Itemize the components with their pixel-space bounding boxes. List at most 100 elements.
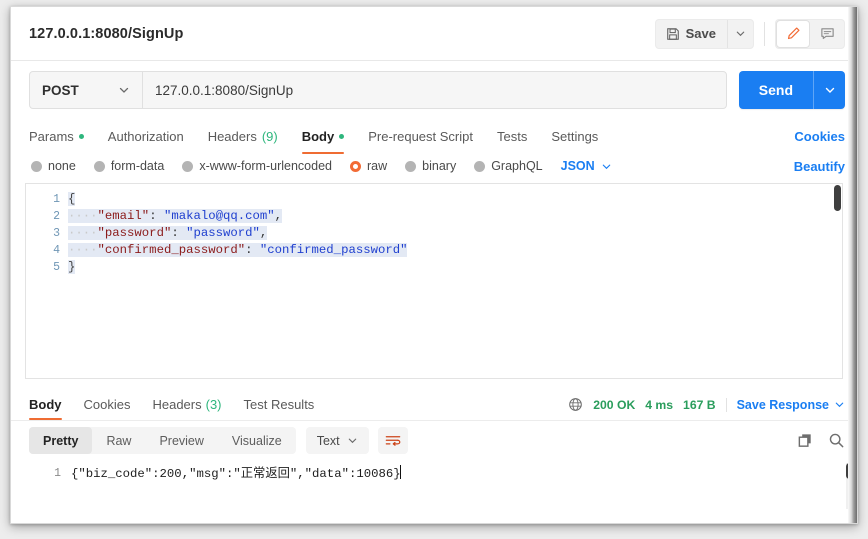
line-number: 1: [53, 193, 60, 206]
edit-request-button[interactable]: [776, 19, 810, 48]
raw-format-selector[interactable]: JSON: [561, 159, 612, 173]
code-key: "password": [97, 226, 172, 240]
response-view-raw[interactable]: Raw: [92, 427, 145, 454]
body-type-raw[interactable]: raw: [350, 159, 387, 173]
save-button-label: Save: [685, 26, 716, 41]
response-tab-label: Cookies: [83, 397, 131, 412]
tab-label: Tests: [496, 128, 528, 144]
word-wrap-button[interactable]: [377, 427, 408, 454]
beautify-link[interactable]: Beautify: [794, 159, 845, 174]
line-number: 2: [53, 210, 60, 223]
response-header: Body Cookies Headers (3) Test Results 20…: [11, 389, 857, 421]
window-scrollbar[interactable]: [848, 7, 857, 523]
response-format-selector[interactable]: Text: [305, 427, 369, 454]
copy-icon[interactable]: [797, 432, 814, 449]
response-toolbar-actions: [797, 432, 845, 449]
response-status: 200 OK: [593, 397, 636, 412]
body-type-label: none: [48, 159, 76, 173]
response-code-area: 1 {"biz_code":200,"msg":"正常返回","data":10…: [11, 459, 857, 483]
code-separator: :: [245, 243, 260, 257]
tab-label: Pre-request Script: [368, 128, 473, 144]
line-number: 3: [53, 227, 60, 240]
tab-pre-request-script[interactable]: Pre-request Script: [368, 121, 473, 151]
send-options-caret[interactable]: [813, 71, 845, 109]
save-button[interactable]: Save: [656, 20, 727, 48]
request-code-lines[interactable]: { ····"email": "makalo@qq.com", ····"pas…: [68, 184, 842, 378]
http-method-selector[interactable]: POST: [30, 72, 143, 108]
tab-tests[interactable]: Tests: [497, 121, 527, 151]
url-input[interactable]: 127.0.0.1:8080/SignUp: [143, 72, 726, 108]
code-separator: :: [149, 209, 164, 223]
chevron-down-icon: [824, 84, 836, 96]
request-editor-scrollbar[interactable]: [834, 185, 841, 211]
http-method-label: POST: [42, 82, 79, 98]
response-body-text[interactable]: {"biz_code":200,"msg":"正常返回","data":1008…: [71, 465, 401, 483]
response-json-text: {"biz_code":200,"msg":"正常返回","data":1008…: [71, 467, 401, 481]
radio-icon: [474, 160, 486, 172]
response-tab-test-results[interactable]: Test Results: [244, 390, 315, 420]
line-number: 5: [53, 261, 60, 274]
tab-label: Headers: [207, 128, 257, 144]
tab-authorization[interactable]: Authorization: [108, 121, 184, 151]
response-tab-body[interactable]: Body: [29, 390, 62, 420]
body-type-label: x-www-form-urlencoded: [199, 159, 332, 173]
postman-request-window: 127.0.0.1:8080/SignUp Save POST 127.0.0.…: [10, 6, 858, 524]
code-brace: }: [68, 260, 76, 274]
response-view-preview[interactable]: Preview: [145, 427, 217, 454]
body-type-none[interactable]: none: [31, 159, 76, 173]
code-value: "makalo@qq.com": [163, 209, 275, 223]
header-actions: Save: [654, 18, 845, 49]
radio-icon: [405, 160, 417, 172]
raw-format-label: JSON: [560, 159, 595, 173]
word-wrap-icon: [385, 434, 401, 448]
body-type-label: raw: [367, 159, 388, 173]
tab-params[interactable]: Params: [29, 121, 84, 151]
response-view-visualize[interactable]: Visualize: [218, 427, 296, 454]
header-icon-group: [775, 18, 845, 49]
body-type-urlencoded[interactable]: x-www-form-urlencoded: [182, 159, 332, 173]
chevron-down-icon: [735, 28, 746, 39]
comment-icon: [820, 26, 835, 41]
body-type-label: GraphQL: [491, 159, 543, 173]
code-key: "email": [97, 209, 150, 223]
radio-icon: [31, 160, 42, 172]
response-tab-cookies[interactable]: Cookies: [84, 390, 131, 420]
cookies-link[interactable]: Cookies: [794, 129, 845, 144]
tab-headers[interactable]: Headers (9): [208, 121, 278, 151]
tab-body[interactable]: Body: [301, 121, 345, 154]
response-time: 4 ms: [645, 397, 674, 412]
response-size: 167 B: [683, 397, 716, 412]
line-number: 1: [54, 467, 61, 480]
request-body-editor[interactable]: 1 2 3 4 5 { ····"email": "makalo@qq.com"…: [25, 183, 843, 379]
body-type-graphql[interactable]: GraphQL: [474, 159, 543, 173]
line-number: 4: [53, 244, 60, 257]
comment-button[interactable]: [810, 20, 844, 48]
save-response-button[interactable]: Save Response: [725, 397, 845, 412]
request-title: 127.0.0.1:8080/SignUp: [29, 25, 184, 42]
tab-label: Body: [301, 128, 335, 144]
response-body-viewer[interactable]: 1 {"biz_code":200,"msg":"正常返回","data":10…: [11, 459, 857, 515]
tab-settings[interactable]: Settings: [551, 121, 598, 151]
response-view-segmented: Pretty Raw Preview Visualize: [29, 427, 296, 454]
send-button[interactable]: Send: [739, 71, 813, 109]
code-comma: ,: [259, 226, 268, 240]
code-line: ····"password": "password",: [68, 225, 842, 242]
response-view-pretty[interactable]: Pretty: [29, 427, 93, 454]
response-tab-headers[interactable]: Headers (3): [152, 390, 221, 420]
search-icon[interactable]: [828, 432, 845, 449]
request-code-area: 1 2 3 4 5 { ····"email": "makalo@qq.com"…: [26, 184, 842, 378]
code-key: "confirmed_password": [97, 243, 246, 257]
body-type-form-data[interactable]: form-data: [93, 159, 164, 173]
body-type-binary[interactable]: binary: [405, 159, 456, 173]
code-indent: ····: [68, 226, 98, 240]
tab-count: (9): [261, 128, 278, 144]
code-line: }: [68, 259, 842, 276]
code-line: ····"email": "makalo@qq.com",: [68, 208, 842, 225]
chevron-down-icon: [118, 84, 130, 96]
code-line: {: [68, 191, 842, 208]
save-options-caret[interactable]: [727, 19, 753, 48]
code-line: ····"confirmed_password": "confirmed_pas…: [68, 242, 842, 259]
header-divider: [764, 21, 765, 46]
url-bar: POST 127.0.0.1:8080/SignUp Send: [11, 61, 857, 117]
globe-icon: [568, 397, 583, 412]
